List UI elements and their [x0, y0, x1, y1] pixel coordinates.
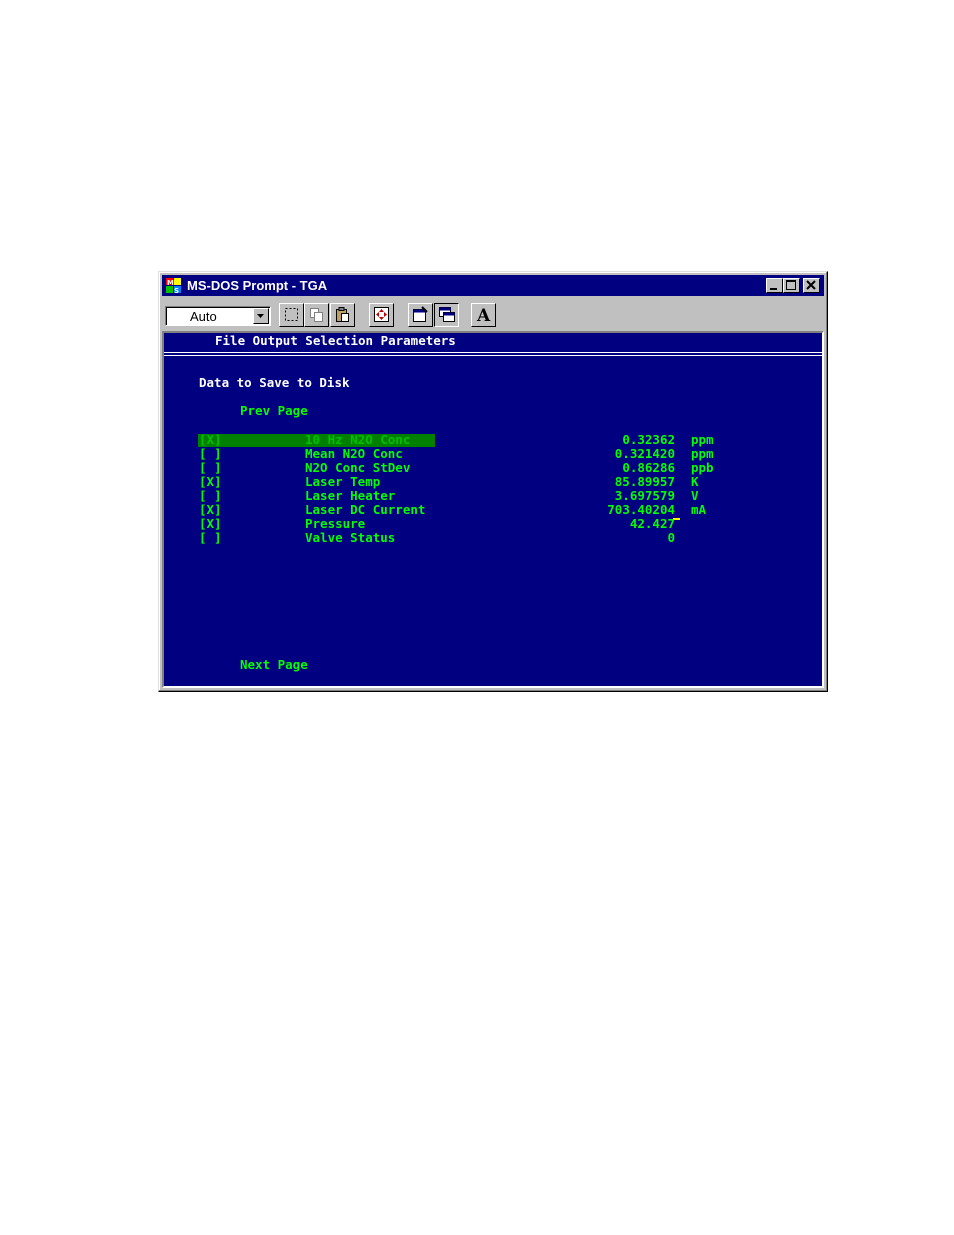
minimize-icon: [770, 288, 777, 290]
prev-page-link[interactable]: Prev Page: [240, 404, 308, 418]
row-label: Pressure: [305, 516, 366, 531]
row-unit: V: [691, 488, 699, 503]
row-unit: K: [691, 474, 699, 489]
mark-button[interactable]: [279, 303, 304, 327]
row-unit: mA: [691, 502, 707, 517]
row-label: Valve Status: [305, 530, 396, 545]
font-icon: A: [476, 306, 491, 323]
row-checkbox[interactable]: [ ]: [199, 531, 222, 545]
row-unit: ppm: [691, 432, 714, 447]
header-divider-bottom: [164, 355, 822, 356]
row-checkbox[interactable]: [ ]: [199, 489, 222, 503]
paste-icon: [336, 307, 349, 322]
combo-dropdown-button[interactable]: [253, 308, 269, 324]
row-checkbox[interactable]: [X]: [199, 433, 222, 447]
section-title: Data to Save to Disk: [199, 375, 350, 390]
svg-text:A: A: [476, 306, 491, 323]
copy-icon: [310, 308, 323, 322]
maximize-button[interactable]: [783, 278, 800, 293]
row-value: 3.697579: [614, 488, 675, 503]
fullscreen-button[interactable]: [369, 303, 394, 327]
window-title: MS-DOS Prompt - TGA: [187, 278, 328, 293]
row-unit: ppm: [691, 446, 714, 461]
font-size-value: Auto: [190, 309, 217, 324]
copy-button[interactable]: [304, 303, 329, 327]
svg-text:M: M: [167, 279, 174, 287]
row-label: Laser DC Current: [305, 502, 426, 517]
toolbar: Auto A: [162, 299, 824, 329]
msdos-app-icon[interactable]: M S: [165, 277, 183, 295]
row-value: 703.40204: [607, 502, 675, 517]
minimize-button[interactable]: [766, 278, 783, 293]
row-value[interactable]: 42.427: [630, 517, 675, 531]
properties-icon: [413, 306, 428, 322]
paste-button[interactable]: [330, 303, 355, 327]
row-checkbox[interactable]: [ ]: [199, 447, 222, 461]
mark-icon: [285, 308, 298, 321]
row-value: 0.321420: [614, 446, 675, 461]
font-size-combo[interactable]: Auto: [165, 306, 271, 326]
properties-button[interactable]: [408, 303, 433, 327]
console-screen[interactable]: File Output Selection Parameters Data to…: [162, 331, 824, 688]
screen-header: File Output Selection Parameters: [215, 333, 456, 348]
svg-text:S: S: [174, 287, 179, 295]
row-label: Laser Heater: [305, 488, 396, 503]
msdos-window: M S MS-DOS Prompt - TGA Auto A File Outp…: [158, 271, 828, 692]
row-checkbox[interactable]: [X]: [199, 475, 222, 489]
row-checkbox[interactable]: [X]: [199, 517, 222, 531]
row-label: N2O Conc StDev: [305, 460, 411, 475]
title-bar[interactable]: M S MS-DOS Prompt - TGA: [162, 275, 824, 296]
row-unit: ppb: [691, 460, 714, 475]
row-value: 0.86286: [622, 460, 675, 475]
row-label: Mean N2O Conc: [305, 446, 403, 461]
close-button[interactable]: [803, 278, 820, 293]
close-icon: [806, 280, 816, 290]
header-divider-top: [164, 352, 822, 353]
font-button[interactable]: A: [471, 303, 496, 327]
background-icon: [439, 307, 455, 322]
row-label: Laser Temp: [305, 474, 381, 489]
chevron-down-icon: [257, 314, 264, 318]
row-checkbox[interactable]: [ ]: [199, 461, 222, 475]
text-cursor: [673, 518, 680, 520]
row-value: 0: [667, 530, 675, 545]
row-value: 85.89957: [614, 474, 675, 489]
next-page-link[interactable]: Next Page: [240, 658, 308, 672]
fullscreen-icon: [374, 307, 389, 322]
row-value: 0.32362: [622, 432, 675, 447]
maximize-icon: [786, 280, 796, 290]
background-button[interactable]: [434, 303, 459, 327]
row-checkbox[interactable]: [X]: [199, 503, 222, 517]
row-label: 10 Hz N2O Conc: [305, 432, 411, 447]
